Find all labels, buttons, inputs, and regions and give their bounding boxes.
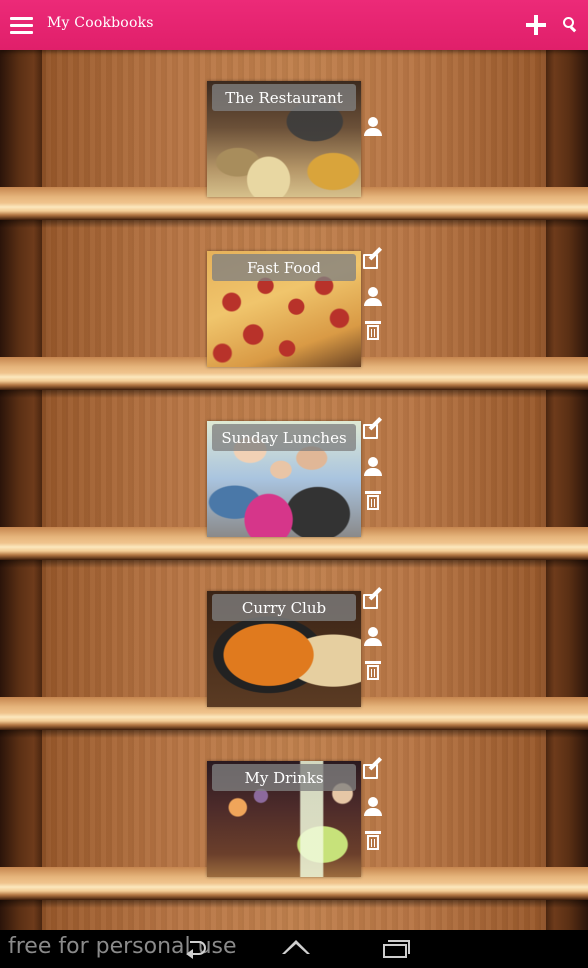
cookbook-title: Curry Club xyxy=(212,594,356,621)
home-icon[interactable] xyxy=(282,940,310,956)
trash-icon[interactable] xyxy=(361,659,385,683)
person-icon xyxy=(361,455,385,479)
person-icon xyxy=(361,285,385,309)
edit-icon[interactable] xyxy=(361,416,385,445)
trash-icon[interactable] xyxy=(361,489,385,513)
cookbook-card-sunday-lunches[interactable]: Sunday Lunches xyxy=(207,421,361,537)
system-nav-bar: free for personal use xyxy=(0,930,588,968)
search-icon[interactable] xyxy=(561,15,581,35)
back-icon[interactable] xyxy=(182,938,212,960)
trash-icon[interactable] xyxy=(361,829,385,853)
cookbook-card-curry-club[interactable]: Curry Club xyxy=(207,591,361,707)
person-icon xyxy=(361,115,385,139)
app-bar: My Cookbooks xyxy=(0,0,588,50)
recent-apps-icon[interactable] xyxy=(382,939,410,958)
cookbook-card-the-restaurant[interactable]: The Restaurant xyxy=(207,81,361,197)
edit-icon[interactable] xyxy=(361,756,385,785)
edit-icon[interactable] xyxy=(361,586,385,615)
add-cookbook-icon[interactable] xyxy=(525,14,547,36)
shelf-side-left xyxy=(0,50,42,930)
cookbook-card-fast-food[interactable]: Fast Food xyxy=(207,251,361,367)
bookshelf: The Restaurant Fast Food Sunday Lunches … xyxy=(0,50,588,930)
trash-icon[interactable] xyxy=(361,319,385,343)
hamburger-menu-icon[interactable] xyxy=(10,13,34,37)
edit-icon[interactable] xyxy=(361,246,385,275)
shelf-side-right xyxy=(546,50,588,930)
cookbook-card-my-drinks[interactable]: My Drinks xyxy=(207,761,361,877)
cookbook-title: Sunday Lunches xyxy=(212,424,356,451)
cookbook-title: My Drinks xyxy=(212,764,356,791)
person-icon xyxy=(361,625,385,649)
app-title: My Cookbooks xyxy=(47,15,154,31)
person-icon xyxy=(361,795,385,819)
cookbook-title: Fast Food xyxy=(212,254,356,281)
cookbook-title: The Restaurant xyxy=(212,84,356,111)
